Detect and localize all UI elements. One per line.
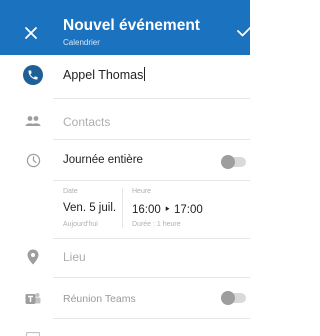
event-title-input[interactable]: Appel Thomas bbox=[63, 67, 146, 82]
toggle-knob bbox=[221, 291, 235, 305]
close-icon[interactable] bbox=[23, 25, 39, 41]
time-label: Heure bbox=[132, 188, 152, 195]
teams-toggle[interactable] bbox=[221, 291, 246, 305]
page-subtitle: Calendrier bbox=[63, 38, 100, 47]
all-day-label: Journée entière bbox=[63, 154, 143, 166]
event-title-value: Appel Thomas bbox=[63, 68, 144, 82]
location-pin-icon bbox=[22, 246, 44, 268]
contacts-field[interactable]: Contacts bbox=[63, 115, 110, 129]
all-day-toggle[interactable] bbox=[221, 155, 246, 169]
location-field[interactable]: Lieu bbox=[63, 250, 86, 264]
divider bbox=[53, 180, 250, 181]
teams-icon bbox=[22, 288, 44, 310]
divider bbox=[53, 98, 250, 99]
date-label: Date bbox=[63, 188, 78, 195]
app-header: Nouvel événement Calendrier bbox=[0, 0, 253, 55]
divider bbox=[53, 318, 250, 319]
duration-hint: Durée : 1 heure bbox=[132, 221, 181, 228]
time-picker[interactable]: 16:00 ‣ 17:00 bbox=[132, 202, 203, 216]
phone-icon bbox=[22, 64, 44, 86]
text-caret bbox=[144, 67, 146, 81]
divider bbox=[53, 238, 250, 239]
vertical-separator bbox=[122, 188, 123, 228]
date-hint: Aujourd'hui bbox=[63, 221, 98, 228]
teams-label: Réunion Teams bbox=[63, 293, 136, 305]
clock-icon bbox=[22, 149, 44, 171]
page-title: Nouvel événement bbox=[63, 17, 200, 34]
description-icon bbox=[22, 327, 44, 336]
toggle-knob bbox=[221, 155, 235, 169]
divider bbox=[53, 139, 250, 140]
people-icon bbox=[22, 110, 44, 132]
divider bbox=[53, 277, 250, 278]
check-icon[interactable] bbox=[237, 25, 253, 37]
date-picker[interactable]: Ven. 5 juil. bbox=[63, 202, 116, 214]
